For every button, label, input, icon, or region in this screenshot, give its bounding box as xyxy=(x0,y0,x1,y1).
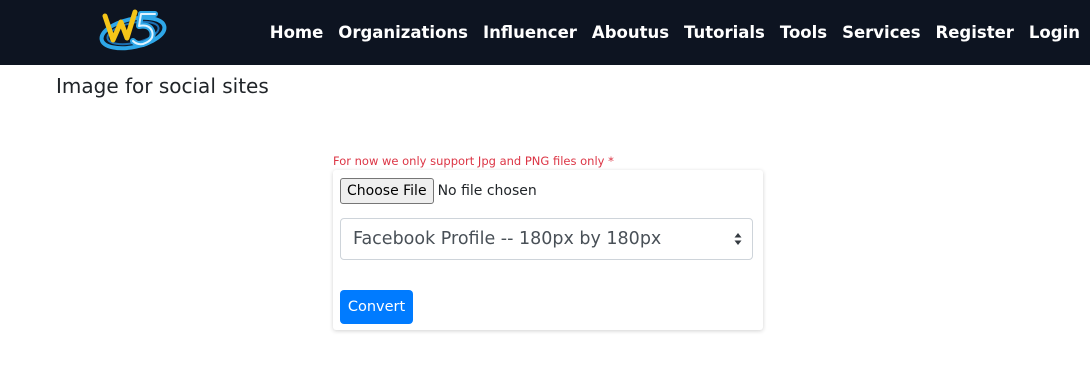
nav-influencer[interactable]: Influencer xyxy=(483,23,577,42)
nav-aboutus[interactable]: Aboutus xyxy=(592,23,669,42)
nav-home[interactable]: Home xyxy=(270,23,324,42)
size-select-value: Facebook Profile -- 180px by 180px xyxy=(353,229,662,249)
site-logo[interactable] xyxy=(97,6,169,56)
nav-links: Home Organizations Influencer Aboutus Tu… xyxy=(255,0,1080,65)
convert-button[interactable]: Convert xyxy=(340,290,413,324)
converter-card: Choose File No file chosen Facebook Prof… xyxy=(333,170,763,330)
size-select[interactable]: Facebook Profile -- 180px by 180px xyxy=(340,218,753,260)
nav-login[interactable]: Login xyxy=(1029,23,1080,42)
file-input[interactable]: Choose File No file chosen xyxy=(340,178,537,204)
nav-tutorials[interactable]: Tutorials xyxy=(684,23,765,42)
choose-file-button[interactable]: Choose File xyxy=(340,178,434,204)
top-navbar: Home Organizations Influencer Aboutus Tu… xyxy=(0,0,1090,65)
file-status-text: No file chosen xyxy=(437,183,537,199)
w5-logo-icon xyxy=(99,9,167,51)
nav-register[interactable]: Register xyxy=(936,23,1014,42)
nav-organizations[interactable]: Organizations xyxy=(338,23,468,42)
select-arrows-icon xyxy=(734,233,742,245)
nav-tools[interactable]: Tools xyxy=(780,23,827,42)
nav-services[interactable]: Services xyxy=(842,23,920,42)
file-type-note: For now we only support Jpg and PNG file… xyxy=(333,154,614,168)
page-title: Image for social sites xyxy=(56,74,269,98)
